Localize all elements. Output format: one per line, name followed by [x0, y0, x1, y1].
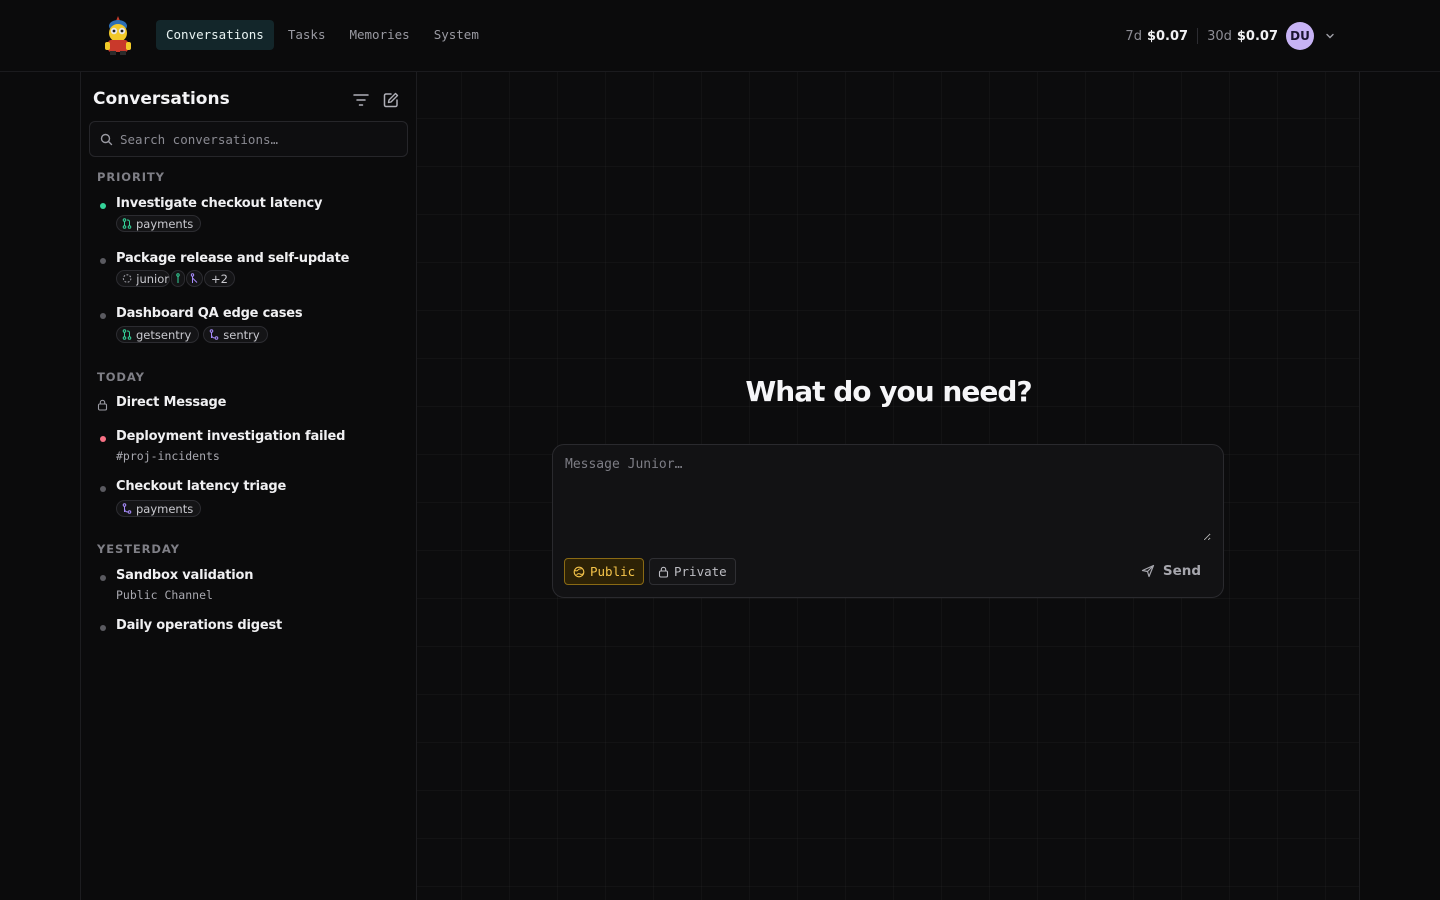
status-dot	[100, 625, 106, 631]
top-bar: Conversations Tasks Memories System 7d $…	[0, 0, 1440, 72]
junior-logo[interactable]	[99, 14, 137, 56]
chevron-down-icon[interactable]	[1324, 30, 1336, 42]
chip-label: getsentry	[136, 327, 192, 342]
main-panel: What do you need? Public Private Send	[417, 72, 1360, 900]
filter-icon[interactable]	[352, 91, 370, 109]
conversation-title: Daily operations digest	[116, 618, 283, 633]
conversation-title: Package release and self-update	[116, 251, 350, 266]
more-chip: +2	[204, 270, 235, 287]
merge-icon	[209, 329, 219, 340]
public-toggle[interactable]: Public	[564, 558, 645, 585]
channel-name: Public Channel	[116, 588, 213, 602]
repo-chip: junior	[116, 270, 170, 287]
usage-divider	[1197, 28, 1199, 44]
branch-icon	[176, 273, 180, 283]
message-input[interactable]	[565, 457, 1211, 541]
conversation-tags: payments	[116, 215, 202, 232]
conversation-tags: junior +2	[116, 270, 235, 287]
section-priority: PRIORITY	[97, 170, 165, 184]
conversation-title: Checkout latency triage	[116, 479, 287, 494]
section-yesterday: YESTERDAY	[97, 542, 180, 556]
sidebar-title: Conversations	[93, 89, 230, 109]
chip-label: payments	[136, 501, 194, 516]
usage-summary: 7d $0.07 30d $0.07 DU	[1125, 22, 1336, 50]
page-heading: What do you need?	[745, 375, 1032, 408]
conversation-item[interactable]: Checkout latency triage payments	[95, 479, 405, 519]
conversation-item[interactable]: Package release and self-update junior +…	[95, 251, 405, 291]
pull-request-icon	[122, 218, 132, 229]
conversation-title: Sandbox validation	[116, 568, 254, 583]
conversation-tags: getsentry sentry	[116, 326, 268, 343]
tab-memories[interactable]: Memories	[339, 20, 419, 50]
conversation-item[interactable]: Deployment investigation failed #proj-in…	[95, 429, 405, 467]
search-icon	[100, 133, 113, 146]
section-today: TODAY	[97, 370, 145, 384]
conversation-item[interactable]: Sandbox validation Public Channel	[95, 568, 405, 606]
search-box	[89, 121, 408, 157]
status-dot-active	[100, 203, 106, 209]
chip-label: junior	[136, 271, 169, 286]
send-icon	[1141, 564, 1154, 578]
tab-conversations[interactable]: Conversations	[156, 20, 274, 50]
search-input[interactable]	[120, 122, 400, 156]
repo-chip: payments	[116, 500, 202, 517]
send-button[interactable]: Send	[1141, 563, 1201, 579]
conversation-item[interactable]: Daily operations digest	[95, 618, 405, 638]
new-conversation-icon[interactable]	[382, 91, 400, 109]
usage-30d-label: 30d	[1207, 28, 1232, 44]
conversation-item[interactable]: Investigate checkout latency payments	[95, 196, 405, 236]
private-toggle[interactable]: Private	[649, 558, 736, 585]
conversation-tags: payments	[116, 500, 202, 517]
chip-label: +2	[211, 271, 228, 286]
usage-7d-value: $0.07	[1146, 28, 1189, 44]
conversation-title: Deployment investigation failed	[116, 429, 346, 444]
usage-30d-value: $0.07	[1236, 28, 1278, 44]
status-dot	[100, 313, 106, 319]
message-composer: Public Private Send	[552, 444, 1224, 598]
repo-chip: sentry	[203, 326, 268, 343]
globe-icon	[573, 566, 585, 577]
merge-icon	[122, 503, 132, 514]
status-dot	[100, 575, 106, 581]
status-dot-error	[100, 436, 106, 442]
main-nav: Conversations Tasks Memories System	[156, 20, 493, 50]
conversation-item[interactable]: Dashboard QA edge cases getsentry sentry	[95, 306, 405, 346]
status-dot	[100, 258, 106, 264]
tab-system[interactable]: System	[424, 20, 489, 50]
chip-label: sentry	[223, 327, 260, 342]
conversation-item[interactable]: Direct Message	[95, 395, 405, 415]
pull-request-icon	[122, 329, 132, 340]
conversation-title: Investigate checkout latency	[116, 196, 323, 211]
lock-icon	[658, 566, 669, 578]
repo-chip: getsentry	[116, 326, 200, 343]
repo-chip	[171, 270, 185, 287]
tab-tasks[interactable]: Tasks	[278, 20, 336, 50]
conversation-title: Direct Message	[116, 395, 227, 410]
lock-icon	[97, 399, 108, 411]
repo-chip: payments	[116, 215, 202, 232]
user-avatar[interactable]: DU	[1286, 22, 1314, 50]
spinner-icon	[122, 274, 132, 283]
conversation-title: Dashboard QA edge cases	[116, 306, 303, 321]
send-label: Send	[1162, 563, 1201, 579]
usage-7d-label: 7d	[1125, 28, 1142, 44]
repo-chip	[186, 270, 203, 287]
private-label: Private	[674, 564, 727, 579]
status-dot	[100, 486, 106, 492]
public-label: Public	[590, 564, 636, 579]
chip-label: payments	[136, 216, 194, 231]
channel-name: #proj-incidents	[116, 449, 220, 463]
pull-request-icon	[190, 273, 198, 283]
conversations-sidebar: Conversations PRIORITY Investigate check…	[80, 72, 417, 900]
